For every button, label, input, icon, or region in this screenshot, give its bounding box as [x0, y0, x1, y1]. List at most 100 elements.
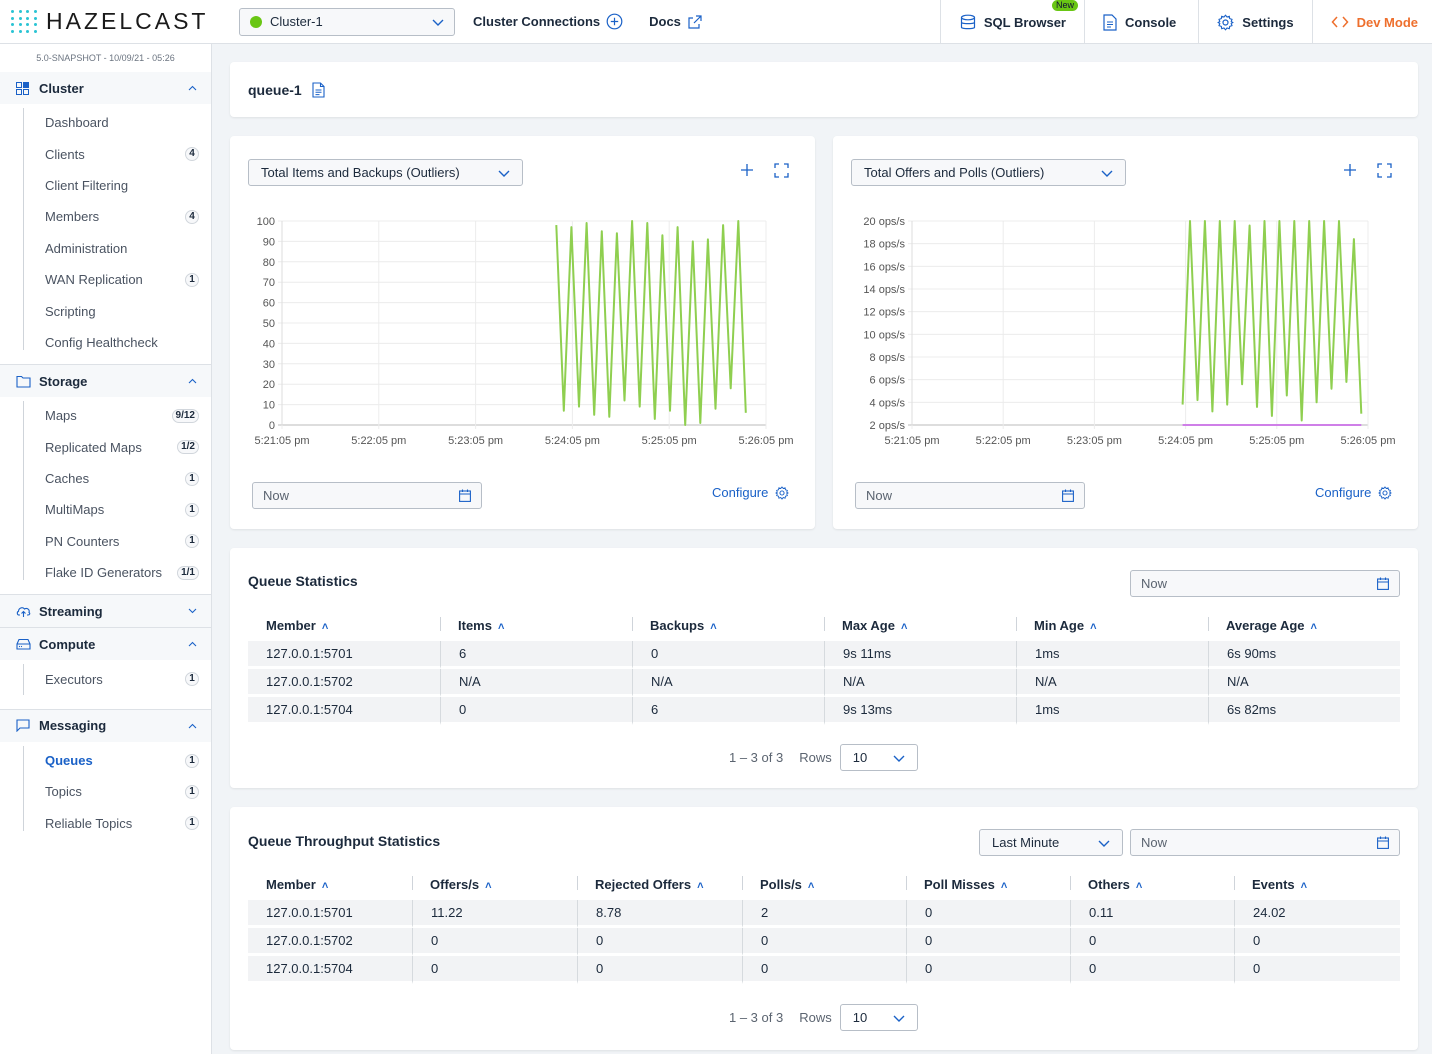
y-tick-label: 90	[263, 236, 275, 248]
cell-backups: N/A	[632, 669, 824, 697]
calendar-icon	[1377, 836, 1389, 849]
sidebar-item-pn-counters[interactable]: PN Counters 1	[0, 526, 211, 557]
column-header-member[interactable]: Member ˄	[248, 609, 440, 641]
docs-link[interactable]: Docs	[649, 14, 703, 30]
column-header-average-age[interactable]: Average Age ˄	[1208, 609, 1400, 641]
sidebar-section-compute[interactable]: Compute	[0, 628, 211, 661]
logo[interactable]: HAZELCAST	[10, 8, 230, 35]
rows-per-page-select[interactable]: 10	[839, 1004, 918, 1031]
cell-member: 127.0.0.1:5702	[248, 669, 440, 697]
chart-date-input[interactable]: Now	[252, 482, 482, 509]
cell-min-age: 1ms	[1016, 641, 1208, 669]
sidebar-item-replicated-maps[interactable]: Replicated Maps 1/2	[0, 432, 211, 463]
chart-date-input[interactable]: Now	[855, 482, 1085, 509]
sidebar-item-clients[interactable]: Clients 4	[0, 138, 211, 169]
count-badge: 1	[185, 471, 199, 486]
column-header-backups[interactable]: Backups ˄	[632, 609, 824, 641]
column-label: Average Age	[1226, 617, 1305, 633]
column-header-events[interactable]: Events ˄	[1234, 868, 1400, 900]
configure-label: Configure	[712, 485, 769, 500]
cluster-connections-link[interactable]: Cluster Connections	[473, 13, 623, 30]
configure-link[interactable]: Configure	[1315, 485, 1393, 500]
pagination-range: 1 – 3 of 3	[729, 750, 784, 765]
column-label: Member	[266, 876, 316, 892]
version-label: 5.0-SNAPSHOT - 10/09/21 - 05:26	[36, 53, 175, 63]
items-line-chart[interactable]: 0 10 20 30 40 50 60 70 80 90 100 5:21:05 pm 5:22:05 …	[230, 136, 815, 466]
sidebar-item-caches[interactable]: Caches 1	[0, 463, 211, 494]
column-header-polls[interactable]: Polls/s ˄	[742, 868, 906, 900]
code-icon	[1331, 16, 1349, 28]
sidebar-messaging-items: Queues 1 Topics 1 Reliable Topics 1	[0, 742, 211, 845]
sidebar-item-queues[interactable]: Queues 1	[0, 745, 211, 776]
sort-asc-icon: ˄	[321, 879, 329, 892]
dev-mode-button[interactable]: Dev Mode	[1311, 0, 1432, 44]
sql-browser-button[interactable]: SQL Browser New	[939, 0, 1084, 44]
queue-stats-date-input[interactable]: Now	[1130, 570, 1400, 597]
sidebar-item-config-healthcheck[interactable]: Config Healthcheck	[0, 327, 211, 358]
column-header-member[interactable]: Member ˄	[248, 868, 412, 900]
sidebar-item-client-filtering[interactable]: Client Filtering	[0, 170, 211, 201]
count-badge: 4	[185, 209, 199, 224]
cell-max-age: 9s 11ms	[824, 641, 1016, 669]
sidebar-item-multimaps[interactable]: MultiMaps 1	[0, 494, 211, 525]
cell-events: 24.02	[1234, 900, 1400, 928]
cell-offers: 0	[412, 928, 577, 956]
column-header-items[interactable]: Items ˄	[440, 609, 632, 641]
y-tick-label: 60	[263, 298, 275, 310]
period-select[interactable]: Last Minute	[979, 829, 1123, 856]
column-header-min-age[interactable]: Min Age ˄	[1016, 609, 1208, 641]
y-tick-label: 30	[263, 359, 275, 371]
queue-stats-pagination: 1 – 3 of 3 Rows 10	[729, 744, 918, 771]
count-badge: 1	[185, 272, 199, 287]
cluster-select[interactable]: Cluster-1	[239, 7, 455, 36]
top-bar: HAZELCAST Cluster-1 Cluster Connections …	[0, 0, 1432, 44]
sidebar-item-topics[interactable]: Topics 1	[0, 776, 211, 807]
column-header-poll-misses[interactable]: Poll Misses ˄	[906, 868, 1070, 900]
sidebar-item-dashboard[interactable]: Dashboard	[0, 107, 211, 138]
rows-label: Rows	[799, 750, 832, 765]
column-header-rejected-offers[interactable]: Rejected Offers ˄	[577, 868, 742, 900]
sidebar-item-label: WAN Replication	[45, 272, 143, 288]
count-badge: 1	[185, 534, 199, 549]
gear-icon	[1217, 13, 1235, 31]
sidebar-item-wan-replication[interactable]: WAN Replication 1	[0, 264, 211, 295]
document-icon[interactable]	[312, 81, 325, 98]
count-badge: 1/1	[177, 565, 199, 580]
column-label: Offers/s	[430, 876, 480, 892]
throughput-statistics-card: Queue Throughput Statistics Last Minute …	[230, 807, 1418, 1050]
cell-member: 127.0.0.1:5701	[248, 900, 412, 928]
sidebar-item-maps[interactable]: Maps 9/12	[0, 400, 211, 431]
column-header-max-age[interactable]: Max Age ˄	[824, 609, 1016, 641]
column-header-others[interactable]: Others ˄	[1070, 868, 1234, 900]
external-link-icon	[688, 14, 702, 29]
sidebar-item-reliable-topics[interactable]: Reliable Topics 1	[0, 808, 211, 839]
sidebar-section-messaging[interactable]: Messaging	[0, 709, 211, 742]
throughput-date-input[interactable]: Now	[1130, 829, 1400, 856]
cell-member: 127.0.0.1:5702	[248, 928, 412, 956]
sidebar-item-executors[interactable]: Executors 1	[0, 663, 211, 694]
y-tick-label: 10	[263, 400, 275, 412]
ops-line-chart[interactable]: 2 ops/s 4 ops/s 6 ops/s 8 ops/s 10 ops/s 12 o…	[833, 136, 1418, 466]
sort-asc-icon: ˄	[807, 879, 815, 892]
y-tick-label: 18 ops/s	[863, 239, 905, 251]
sidebar-section-cluster[interactable]: Cluster	[0, 72, 211, 104]
column-header-offers[interactable]: Offers/s ˄	[412, 868, 577, 900]
configure-link[interactable]: Configure	[712, 485, 790, 500]
rows-per-page-select[interactable]: 10	[839, 744, 918, 771]
sidebar-item-members[interactable]: Members 4	[0, 201, 211, 232]
sidebar-section-storage[interactable]: Storage	[0, 365, 211, 398]
chevron-down-icon	[188, 609, 197, 614]
date-value: Now	[1141, 835, 1168, 850]
console-button[interactable]: Console	[1084, 0, 1198, 44]
count-badge: 1	[185, 816, 199, 831]
cell-max-age: N/A	[824, 669, 1016, 697]
settings-button[interactable]: Settings	[1198, 0, 1311, 44]
sidebar-compute-items: Executors 1	[0, 660, 211, 708]
cell-items: N/A	[440, 669, 632, 697]
column-label: Max Age	[842, 617, 895, 633]
sidebar-item-flake-id-generators[interactable]: Flake ID Generators 1/1	[0, 557, 211, 588]
sidebar-section-streaming[interactable]: Streaming	[0, 595, 211, 628]
sidebar-item-scripting[interactable]: Scripting	[0, 295, 211, 326]
x-tick-label: 5:22:05 pm	[976, 435, 1031, 447]
sidebar-item-administration[interactable]: Administration	[0, 233, 211, 264]
